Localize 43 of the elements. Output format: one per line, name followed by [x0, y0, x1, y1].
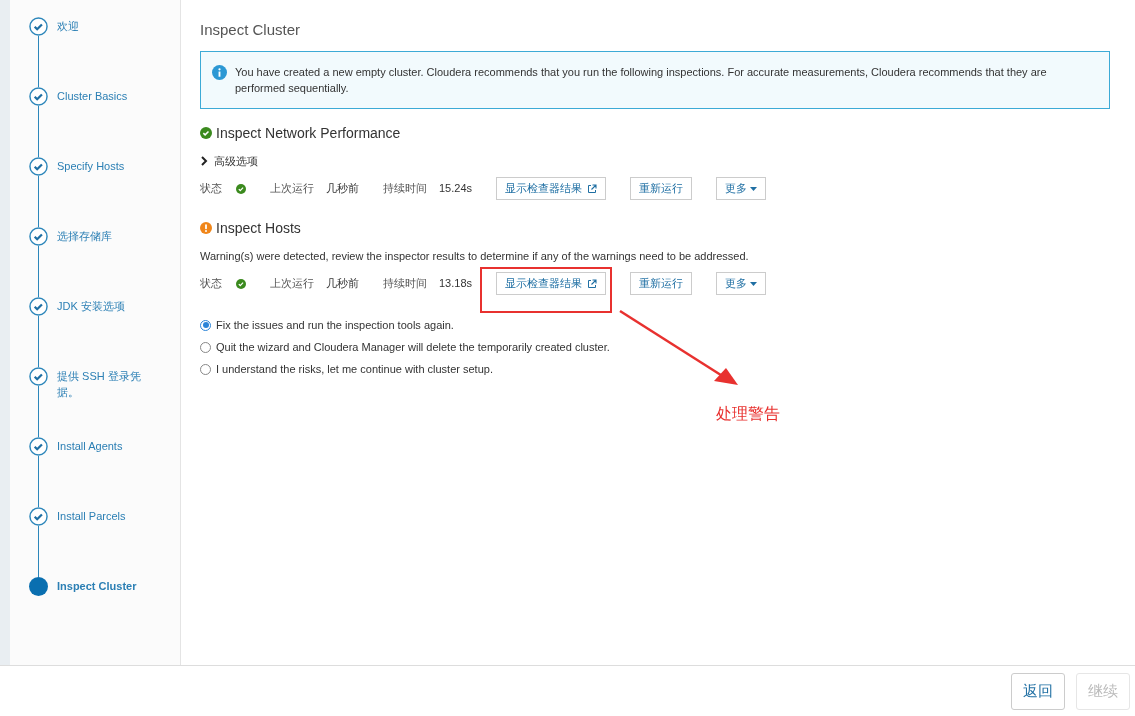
duration-label: 持续时间 — [383, 181, 427, 197]
caret-down-icon — [750, 281, 758, 286]
step-link[interactable]: 提供 SSH 登录凭据。 — [57, 368, 161, 437]
step-link[interactable]: 选择存储库 — [57, 228, 161, 297]
last-run-label: 上次运行 — [270, 276, 314, 292]
rerun-button[interactable]: 重新运行 — [630, 272, 693, 295]
step-link[interactable]: Install Parcels — [57, 508, 161, 577]
step-link[interactable]: Specify Hosts — [57, 158, 161, 227]
external-link-icon — [587, 278, 598, 289]
radio-label[interactable]: I understand the risks, let me continue with cluster setup. — [216, 360, 493, 378]
radio-label[interactable]: Fix the issues and run the inspection tools again. — [216, 316, 454, 334]
step-link[interactable]: Cluster Basics — [57, 88, 161, 157]
status-label: 状态 — [200, 276, 222, 292]
rerun-button[interactable]: 重新运行 — [630, 177, 693, 200]
step-link[interactable]: Install Agents — [57, 438, 161, 507]
duration-value: 15.24s — [439, 181, 473, 197]
info-message: You have created a new empty cluster. Cloudera recommends that you run the following inspections. For accurate measurements, Cloudera recommends that they are performed sequentially. — [235, 65, 1048, 96]
arrow-icon — [618, 309, 740, 387]
more-dropdown-button[interactable]: 更多 — [716, 177, 767, 200]
last-run-value: 几秒前 — [326, 181, 359, 197]
section-heading: Inspect Hosts — [216, 219, 301, 238]
last-run-value: 几秒前 — [326, 276, 359, 292]
advanced-options-toggle[interactable]: 高级选项 — [200, 153, 1110, 169]
warning-message: Warning(s) were detected, review the inspector results to determine if any of the warnings need to be addressed. — [200, 249, 750, 264]
back-button[interactable]: 返回 — [1011, 672, 1065, 710]
last-run-label: 上次运行 — [270, 181, 314, 197]
step-link[interactable]: JDK 安装选项 — [57, 298, 161, 367]
radio-label[interactable]: Quit the wizard and Cloudera Manager will delete the temporarily created cluster. — [216, 338, 610, 356]
duration-value: 13.18s — [439, 276, 473, 292]
show-results-button[interactable]: 显示检查器结果 — [496, 272, 607, 295]
external-link-icon — [587, 183, 598, 194]
status-label: 状态 — [200, 181, 222, 197]
page-title: Inspect Cluster — [200, 20, 302, 40]
step-link[interactable]: Inspect Cluster — [57, 578, 161, 647]
duration-label: 持续时间 — [383, 276, 427, 292]
more-dropdown-button[interactable]: 更多 — [716, 272, 767, 295]
show-results-button[interactable]: 显示检查器结果 — [496, 177, 607, 200]
annotation-label: 处理警告 — [716, 404, 780, 424]
caret-down-icon — [750, 186, 758, 191]
chevron-right-icon — [200, 156, 208, 166]
step-link[interactable]: 欢迎 — [57, 18, 161, 87]
info-icon — [212, 65, 227, 80]
section-heading: Inspect Network Performance — [216, 124, 401, 143]
